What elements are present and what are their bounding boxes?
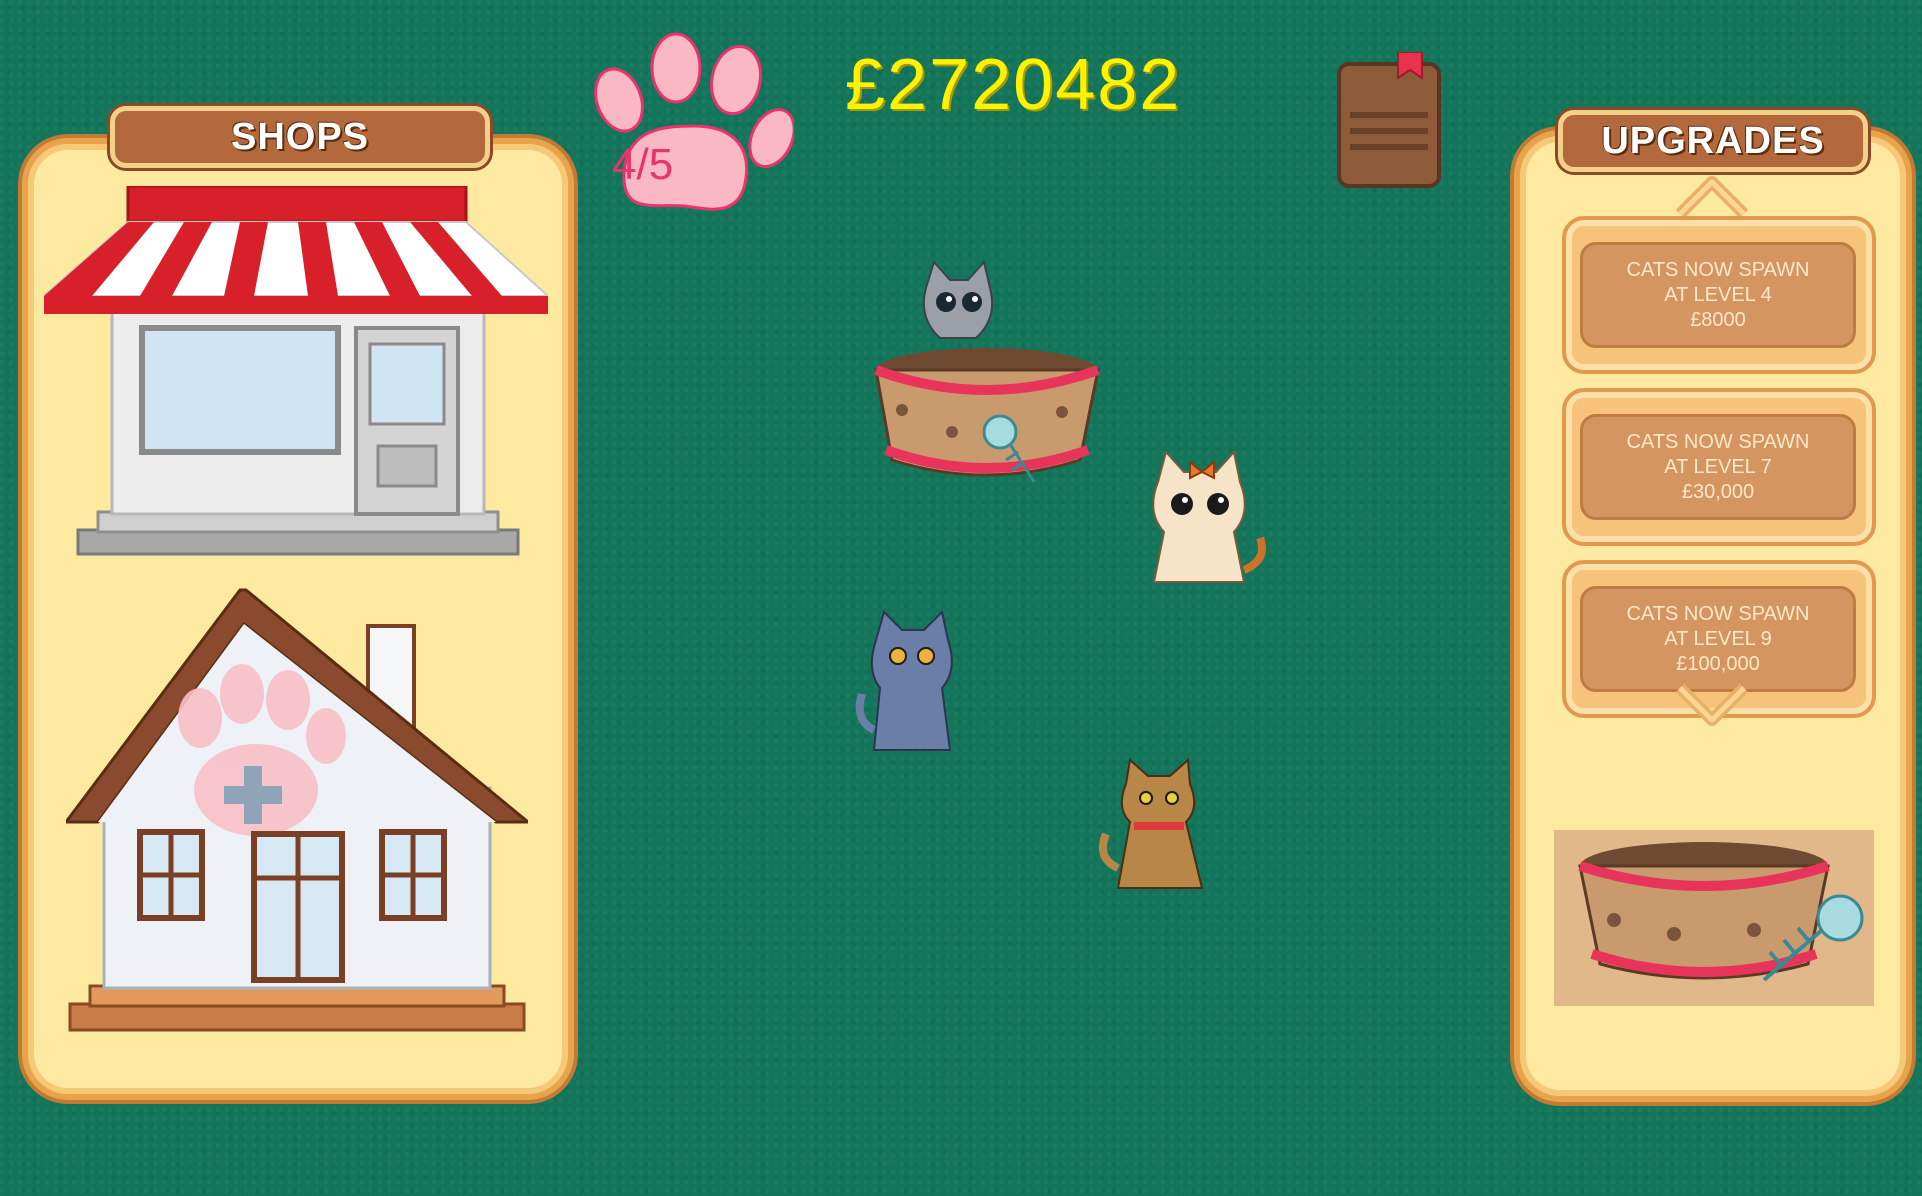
cat-icon: [1099, 757, 1204, 889]
vet-clinic-button[interactable]: [63, 578, 533, 1040]
food-bowl-icon: [874, 348, 1100, 483]
chevron-down-icon: [1675, 683, 1749, 726]
upgrade-price: £30,000: [1681, 480, 1755, 503]
money-counter: £2720482: [845, 45, 1182, 125]
food-shop-button[interactable]: [41, 184, 551, 572]
scroll-up-button[interactable]: [1674, 174, 1750, 220]
journal-button[interactable]: [1336, 51, 1442, 190]
chevron-up-icon: [1675, 176, 1749, 219]
upgrade-content: CATS NOW SPAWN AT LEVEL 7 £30,000: [1580, 414, 1856, 520]
upgrade-title: CATS NOW SPAWN: [1626, 430, 1810, 453]
food-bowl-icon: [1578, 842, 1864, 982]
cat-icon: [922, 259, 994, 339]
upgrade-card[interactable]: CATS NOW SPAWN AT LEVEL 4 £8000: [1562, 216, 1876, 374]
cat-tabby[interactable]: [1090, 757, 1226, 898]
upgrade-level: AT LEVEL 4: [1664, 283, 1772, 306]
upgrade-price: £8000: [1690, 308, 1746, 331]
cat-grey-kitten[interactable]: [906, 258, 1010, 358]
storefront-icon: [41, 184, 551, 556]
cat-icon: [855, 609, 953, 751]
cat-food-bowl[interactable]: [862, 340, 1112, 510]
upgrade-level: AT LEVEL 9: [1664, 627, 1772, 650]
cat-icon: [1152, 449, 1266, 583]
upgrade-content: CATS NOW SPAWN AT LEVEL 9 £100,000: [1580, 586, 1856, 692]
upgrade-card[interactable]: CATS NOW SPAWN AT LEVEL 7 £30,000: [1562, 388, 1876, 546]
cat-capacity-text: 4/5: [612, 140, 674, 189]
vet-clinic-icon: [63, 588, 533, 1032]
upgrades-title: UPGRADES: [1558, 110, 1868, 172]
selected-upgrade-preview: [1554, 830, 1874, 1006]
shops-title: SHOPS: [110, 106, 490, 168]
upgrade-content: CATS NOW SPAWN AT LEVEL 4 £8000: [1580, 242, 1856, 348]
upgrade-price: £100,000: [1676, 652, 1760, 675]
scroll-down-button[interactable]: [1674, 682, 1750, 728]
upgrade-title: CATS NOW SPAWN: [1626, 602, 1810, 625]
book-icon: [1337, 51, 1441, 188]
cat-blue-fluffy[interactable]: [854, 609, 970, 760]
upgrade-level: AT LEVEL 7: [1664, 455, 1772, 478]
cat-cream-bow[interactable]: [1134, 442, 1276, 598]
upgrade-title: CATS NOW SPAWN: [1626, 258, 1810, 281]
